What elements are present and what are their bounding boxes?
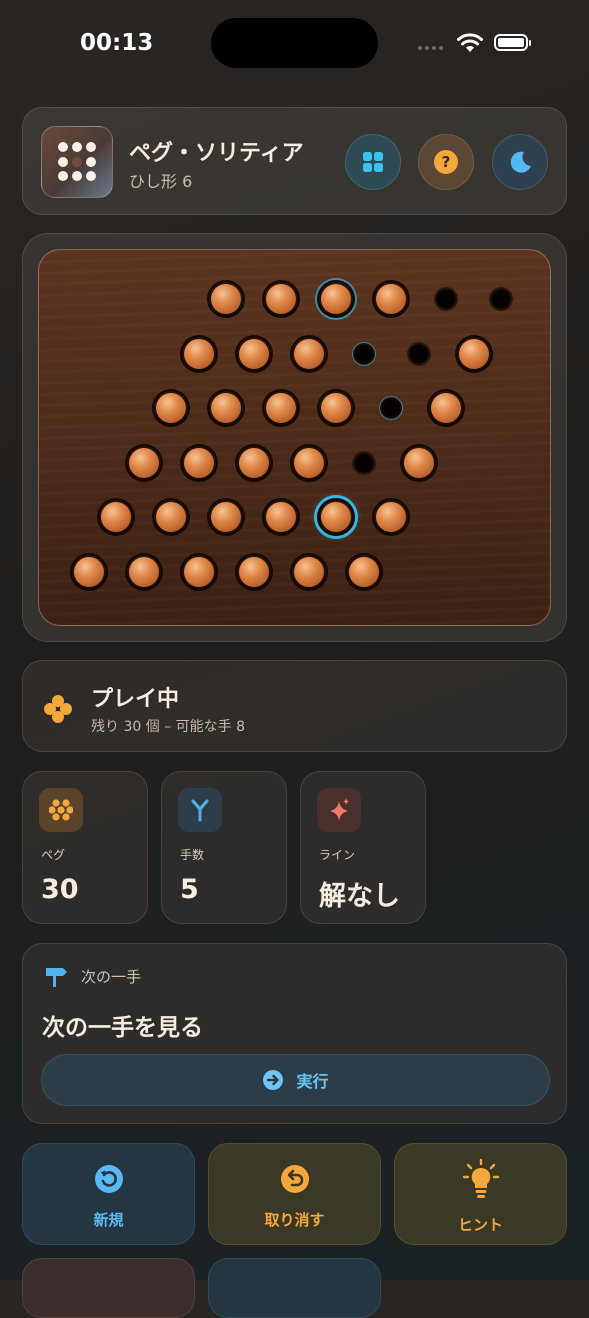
theme-toggle-button[interactable] (492, 134, 548, 190)
stat-card-pegs: ペグ 30 (22, 771, 148, 924)
peg[interactable] (179, 552, 218, 591)
selected-peg[interactable] (317, 498, 355, 536)
next-move-label: 次の一手 (81, 968, 142, 986)
pegs-icon (39, 788, 83, 832)
peg[interactable] (289, 443, 328, 482)
help-button[interactable]: ? (418, 134, 474, 190)
peg[interactable] (207, 498, 245, 536)
app-header: ペグ・ソリティア ひし形 6 ? (22, 107, 567, 215)
arrow-circle-icon (263, 1070, 284, 1090)
hint-button[interactable]: ヒント (394, 1143, 567, 1245)
help-icon: ? (434, 150, 458, 174)
extra-action-button-2[interactable] (208, 1258, 381, 1318)
next-move-card: 次の一手 次の一手を見る 実行 (22, 943, 567, 1124)
app-title: ペグ・ソリティア (129, 141, 304, 166)
new-game-icon (95, 1165, 123, 1193)
peg[interactable] (262, 389, 300, 427)
peg[interactable] (152, 389, 190, 427)
execute-label: 実行 (296, 1072, 329, 1091)
board-select-button[interactable] (345, 134, 401, 190)
peg[interactable] (262, 280, 300, 318)
peg[interactable] (179, 334, 218, 373)
peg[interactable] (124, 552, 163, 591)
peg[interactable] (234, 334, 273, 373)
dynamic-island (211, 18, 378, 68)
game-status-detail: 残り 30 個 – 可能な手 8 (91, 719, 245, 735)
peg[interactable] (207, 389, 245, 427)
board-panel (22, 233, 567, 642)
lightbulb-icon (462, 1158, 500, 1198)
stat-label: ライン (319, 848, 356, 862)
peg[interactable] (317, 280, 355, 318)
peg[interactable] (124, 443, 163, 482)
stat-label: 手数 (180, 848, 205, 862)
signpost-icon (46, 968, 67, 987)
app-logo (41, 126, 113, 198)
peg[interactable] (97, 498, 135, 536)
empty-hole[interactable] (434, 287, 458, 311)
stat-card-line: ライン 解なし (300, 771, 426, 924)
peg[interactable] (289, 334, 328, 373)
wifi-icon (457, 33, 483, 52)
peg[interactable] (372, 498, 410, 536)
branch-icon (178, 788, 222, 832)
clock: 00:13 (80, 30, 154, 56)
undo-label: 取り消す (264, 1211, 325, 1229)
peg[interactable] (262, 498, 300, 536)
peg[interactable] (207, 280, 245, 318)
undo-button[interactable]: 取り消す (208, 1143, 381, 1245)
peg[interactable] (179, 443, 218, 482)
game-board[interactable] (38, 249, 551, 626)
pegs-cluster-icon (44, 695, 72, 723)
new-game-label: 新規 (93, 1211, 124, 1229)
stat-card-moves: 手数 5 (161, 771, 287, 924)
cellular-signal-icon (418, 46, 443, 50)
new-game-button[interactable]: 新規 (22, 1143, 195, 1245)
hint-label: ヒント (457, 1216, 503, 1234)
stat-value: 30 (41, 874, 79, 905)
peg[interactable] (152, 498, 190, 536)
stat-value: 解なし (319, 881, 400, 912)
empty-hole[interactable] (489, 287, 513, 311)
game-status-title: プレイ中 (91, 687, 180, 712)
empty-hole[interactable] (379, 396, 403, 420)
grid-icon (363, 152, 383, 172)
peg[interactable] (399, 443, 438, 482)
execute-button[interactable]: 実行 (41, 1054, 550, 1106)
next-move-title: 次の一手を見る (42, 1015, 203, 1041)
moon-icon (510, 151, 531, 173)
peg[interactable] (372, 280, 410, 318)
status-bar: 00:13 (0, 0, 589, 90)
game-status-card: プレイ中 残り 30 個 – 可能な手 8 (22, 660, 567, 752)
stat-value: 5 (180, 874, 199, 905)
peg[interactable] (234, 443, 273, 482)
board-variant-label: ひし形 6 (129, 172, 193, 191)
undo-icon (281, 1165, 309, 1193)
peg[interactable] (454, 334, 493, 373)
empty-hole[interactable] (351, 450, 376, 475)
stat-label: ペグ (41, 848, 66, 862)
peg[interactable] (289, 552, 328, 591)
extra-action-button-1[interactable] (22, 1258, 195, 1318)
battery-icon (494, 34, 531, 51)
peg[interactable] (69, 552, 108, 591)
peg[interactable] (344, 552, 383, 591)
sparkle-icon (317, 788, 361, 832)
peg[interactable] (317, 389, 355, 427)
empty-hole[interactable] (351, 341, 376, 366)
peg[interactable] (427, 389, 465, 427)
peg[interactable] (234, 552, 273, 591)
empty-hole[interactable] (406, 341, 431, 366)
svg-text:?: ? (442, 153, 451, 171)
